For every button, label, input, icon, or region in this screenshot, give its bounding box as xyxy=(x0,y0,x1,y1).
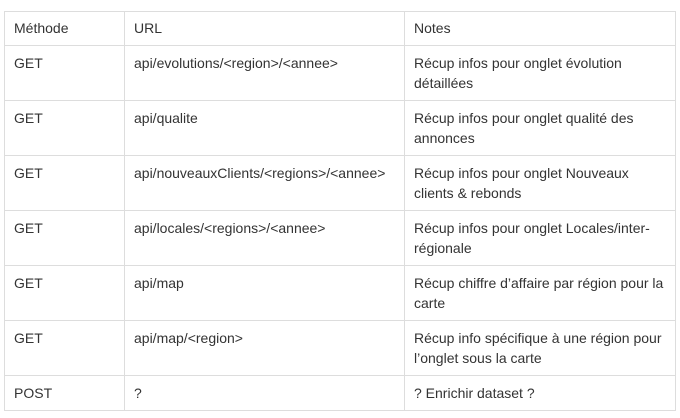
cell-notes: Récup chiffre d’affaire par région pour … xyxy=(404,265,676,321)
table-row: GET api/map/<region> Récup info spécifiq… xyxy=(4,320,676,376)
cell-notes: Récup infos pour onglet évolution détail… xyxy=(404,45,676,101)
cell-url: api/evolutions/<region>/<annee> xyxy=(124,45,405,101)
table-body: GET api/evolutions/<region>/<annee> Récu… xyxy=(4,45,676,411)
cell-method: GET xyxy=(4,45,125,101)
cell-url: api/map/<region> xyxy=(124,320,405,376)
header-url: URL xyxy=(124,11,405,46)
cell-notes: Récup info spécifique à une région pour … xyxy=(404,320,676,376)
cell-url: api/map xyxy=(124,265,405,321)
cell-method: GET xyxy=(4,210,125,266)
table-row: GET api/map Récup chiffre d’affaire par … xyxy=(4,265,676,321)
cell-method: GET xyxy=(4,320,125,376)
cell-url: api/locales/<regions>/<annee> xyxy=(124,210,405,266)
header-notes: Notes xyxy=(404,11,676,46)
table-row: GET api/qualite Récup infos pour onglet … xyxy=(4,100,676,156)
table-row: GET api/locales/<regions>/<annee> Récup … xyxy=(4,210,676,266)
cell-method: GET xyxy=(4,100,125,156)
table-row: GET api/evolutions/<region>/<annee> Récu… xyxy=(4,45,676,101)
cell-url: api/qualite xyxy=(124,100,405,156)
cell-url: api/nouveauxClients/<regions>/<annee> xyxy=(124,155,405,211)
header-row: Méthode URL Notes xyxy=(4,11,676,46)
cell-notes: Récup infos pour onglet Locales/inter-ré… xyxy=(404,210,676,266)
table-header: Méthode URL Notes xyxy=(4,11,676,46)
header-method: Méthode xyxy=(4,11,125,46)
api-endpoints-table: Méthode URL Notes GET api/evolutions/<re… xyxy=(4,11,676,411)
table-row: GET api/nouveauxClients/<regions>/<annee… xyxy=(4,155,676,211)
table-row: POST ? ? Enrichir dataset ? xyxy=(4,375,676,411)
cell-url: ? xyxy=(124,375,405,411)
cell-notes: Récup infos pour onglet Nouveaux clients… xyxy=(404,155,676,211)
cell-method: GET xyxy=(4,265,125,321)
cell-method: GET xyxy=(4,155,125,211)
cell-notes: ? Enrichir dataset ? xyxy=(404,375,676,411)
cell-notes: Récup infos pour onglet qualité des anno… xyxy=(404,100,676,156)
cell-method: POST xyxy=(4,375,125,411)
